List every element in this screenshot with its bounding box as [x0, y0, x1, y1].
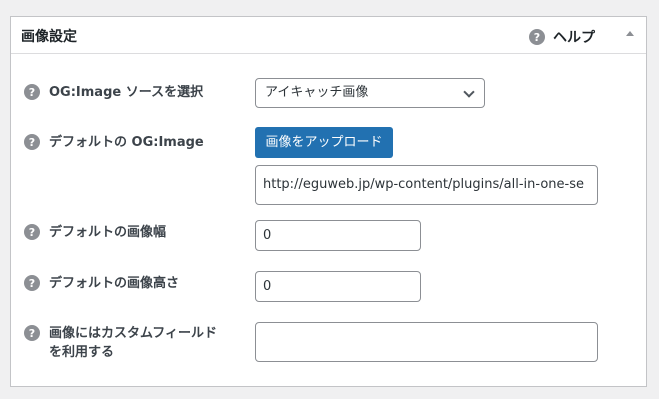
custom-field-row-label: ? 画像にはカスタムフィールド を利用する [24, 324, 217, 362]
height-label: デフォルトの画像高さ [49, 276, 180, 291]
height-row-label: ? デフォルトの画像高さ [24, 274, 179, 293]
help-icon: ? [529, 29, 545, 45]
default-image-row-label: ? デフォルトの OG:Image [24, 133, 204, 152]
chevron-down-icon [463, 86, 475, 98]
help-toggle[interactable]: ? ヘルプ [529, 27, 595, 47]
custom-field-label-line2: を利用する [49, 345, 115, 360]
panel-title: 画像設定 [21, 29, 77, 45]
image-width-input[interactable]: 0 [255, 220, 421, 251]
image-settings-panel: 画像設定 ? ヘルプ ? OG:Image ソースを選択 アイキャッチ画像 ? … [10, 16, 647, 387]
help-icon[interactable]: ? [24, 134, 40, 150]
help-icon[interactable]: ? [24, 275, 40, 291]
custom-field-label-line1: 画像にはカスタムフィールド [49, 326, 217, 341]
panel-header: 画像設定 ? ヘルプ [11, 17, 646, 54]
default-image-url-field[interactable]: http://eguweb.jp/wp-content/plugins/all-… [255, 165, 598, 205]
help-icon[interactable]: ? [24, 325, 40, 341]
default-image-label: デフォルトの OG:Image [49, 135, 204, 150]
source-row-label: ? OG:Image ソースを選択 [24, 83, 203, 102]
upload-image-button[interactable]: 画像をアップロード [255, 127, 393, 158]
help-icon[interactable]: ? [24, 224, 40, 240]
width-row-label: ? デフォルトの画像幅 [24, 223, 166, 242]
og-image-source-select[interactable]: アイキャッチ画像 [255, 78, 485, 108]
collapse-arrow-icon[interactable] [626, 31, 634, 36]
source-selected-value: アイキャッチ画像 [265, 85, 369, 100]
source-label: OG:Image ソースを選択 [49, 85, 204, 100]
custom-field-input[interactable] [255, 322, 598, 362]
help-label: ヘルプ [553, 30, 595, 46]
custom-field-label: 画像にはカスタムフィールド を利用する [49, 324, 217, 362]
image-height-input[interactable]: 0 [255, 271, 421, 302]
width-label: デフォルトの画像幅 [49, 225, 167, 240]
help-icon[interactable]: ? [24, 84, 40, 100]
